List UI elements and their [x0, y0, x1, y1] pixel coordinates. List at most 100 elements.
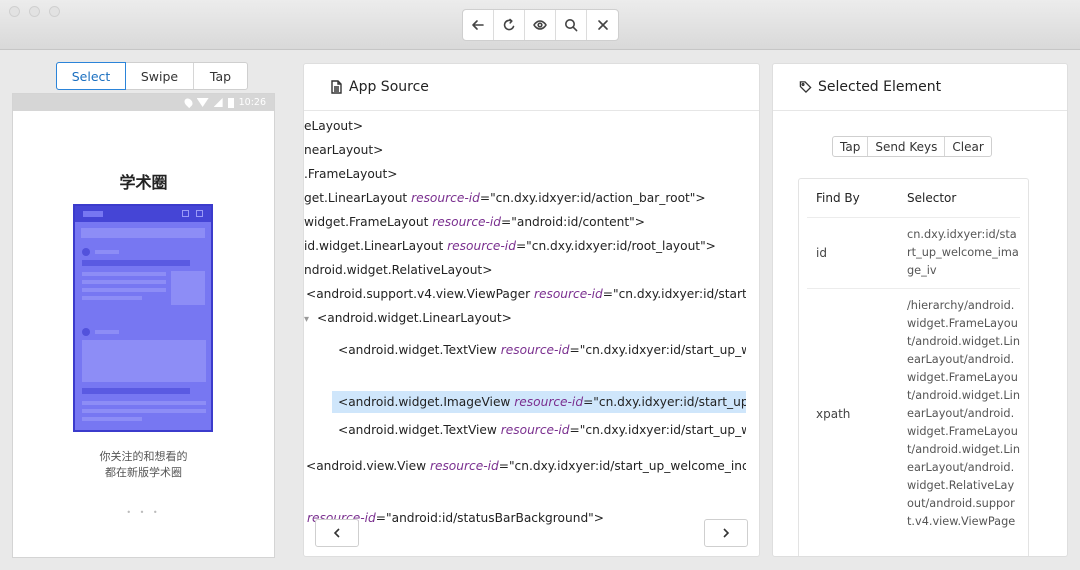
tap-element-button[interactable]: Tap [833, 137, 869, 156]
file-icon [331, 80, 342, 94]
battery-icon [227, 97, 234, 108]
back-icon [472, 20, 484, 30]
tap-mode-button[interactable]: Tap [194, 63, 247, 89]
selector-cell[interactable]: /hierarchy/android.widget.FrameLayout/an… [907, 289, 1020, 539]
refresh-button[interactable] [494, 10, 525, 40]
node-tag: <android.widget.ImageView [338, 395, 515, 409]
device-screenshot[interactable]: 10:26 学术圈 你关注的和想看的 都在新版学术圈 • • • [12, 93, 275, 558]
caption-line-2: 都在新版学术圈 [105, 466, 182, 479]
node-tag: eLayout> [304, 119, 364, 133]
select-mode-button[interactable]: Select [56, 62, 126, 90]
illustration-block [95, 250, 119, 254]
window-titlebar [0, 0, 1080, 50]
app-source-panel: App Source eLayout> nearLayout> .FrameLa… [303, 63, 760, 557]
element-actions: Tap Send Keys Clear [832, 136, 992, 157]
wifi-icon [196, 98, 209, 107]
node-tag: <android.widget.TextView [338, 343, 501, 357]
illustration-block [82, 409, 206, 413]
node-tag: <android.view.View [306, 459, 430, 473]
table-header: Find By Selector [807, 179, 1020, 218]
tree-node[interactable]: nearLayout> [304, 139, 383, 161]
illustration-app-bar [75, 206, 211, 222]
tree-node[interactable]: ▾ <android.widget.LinearLayout> [304, 307, 512, 329]
node-tag: .FrameLayout> [304, 167, 398, 181]
page-indicator: • • • [126, 508, 161, 517]
minimize-window-button[interactable] [29, 6, 40, 17]
illustration-block [82, 340, 206, 382]
interaction-mode-selector: Select Swipe Tap [56, 62, 248, 90]
node-value: ="android:id/statusBarBackground"> [375, 511, 604, 525]
illustration-block [81, 228, 205, 238]
swipe-mode-button[interactable]: Swipe [126, 63, 194, 89]
tree-node[interactable]: <android.widget.TextView resource-id="cn… [338, 339, 746, 361]
tree-node[interactable]: <android.support.v4.view.ViewPager resou… [306, 283, 746, 305]
welcome-illustration [73, 204, 213, 432]
selected-element-title: Selected Element [818, 79, 942, 95]
find-by-cell: id [816, 246, 827, 260]
node-value: ="cn.dxy.idxyer:id/start_up_welco [569, 423, 746, 437]
selector-table: Find By Selector id cn.dxy.idxyer:id/sta… [798, 178, 1029, 556]
app-title: 学术圈 [119, 173, 168, 192]
chevron-left-icon [333, 528, 340, 538]
welcome-caption: 你关注的和想看的 都在新版学术圈 [13, 449, 274, 481]
search-icon [565, 19, 578, 32]
search-button[interactable] [556, 10, 587, 40]
scroll-left-button[interactable] [315, 519, 359, 547]
table-row: id cn.dxy.idxyer:id/start_up_welcome_ima… [807, 218, 1020, 289]
show-elements-button[interactable] [525, 10, 556, 40]
source-tree[interactable]: eLayout> nearLayout> .FrameLayout> get.L… [304, 112, 746, 556]
eye-icon [533, 20, 547, 30]
device-time: 10:26 [238, 97, 266, 108]
tree-node[interactable]: eLayout> [304, 115, 363, 137]
device-pane: Select Swipe Tap 10:26 学术圈 你关注的和想看的 都在新版… [0, 50, 290, 570]
node-value: ="cn.dxy.idxyer:id/start_up_welco [569, 343, 746, 357]
table-row: xpath /hierarchy/android.widget.FrameLay… [807, 289, 1020, 539]
illustration-block [82, 288, 166, 292]
tree-node[interactable]: <android.view.View resource-id="cn.dxy.i… [306, 455, 746, 477]
find-by-header: Find By [816, 191, 860, 205]
send-keys-button[interactable]: Send Keys [868, 137, 946, 156]
illustration-block [82, 272, 166, 276]
node-value: ="android:id/content"> [501, 215, 645, 229]
node-tag: <android.widget.LinearLayout> [317, 311, 512, 325]
node-tag: id.widget.LinearLayout [304, 239, 448, 253]
caption-line-1: 你关注的和想看的 [99, 450, 188, 463]
zoom-window-button[interactable] [49, 6, 60, 17]
node-attr: resource-id [411, 191, 480, 205]
selector-cell[interactable]: cn.dxy.idxyer:id/start_up_welcome_image_… [907, 218, 1020, 288]
illustration-block [82, 280, 166, 284]
tree-node[interactable]: get.LinearLayout resource-id="cn.dxy.idx… [304, 187, 706, 209]
selected-element-header: Selected Element [773, 64, 1067, 111]
back-button[interactable] [463, 10, 494, 40]
illustration-block [82, 417, 142, 421]
node-tag: <android.support.v4.view.ViewPager [306, 287, 534, 301]
app-source-header: App Source [304, 64, 759, 111]
tree-node[interactable]: ndroid.widget.RelativeLayout> [304, 259, 492, 281]
illustration-block [82, 401, 206, 405]
illustration-line [82, 388, 190, 394]
clear-button[interactable]: Clear [945, 137, 990, 156]
tree-node-selected[interactable]: <android.widget.ImageView resource-id="c… [332, 391, 746, 413]
refresh-icon [503, 18, 515, 31]
tree-node[interactable]: .FrameLayout> [304, 163, 398, 185]
chevron-right-icon [723, 528, 730, 538]
node-attr: resource-id [447, 239, 516, 253]
node-value: ="cn.dxy.idxyer:id/root_layout"> [515, 239, 716, 253]
inspector-toolbar [462, 9, 619, 41]
expand-toggle-icon[interactable]: ▾ [304, 314, 309, 325]
node-attr: resource-id [429, 459, 499, 473]
close-window-button[interactable] [9, 6, 20, 17]
tree-node[interactable]: id.widget.LinearLayout resource-id="cn.d… [304, 235, 716, 257]
node-value: ="cn.dxy.idxyer:id/start_up_wel [602, 287, 746, 301]
device-status-bar: 10:26 [13, 94, 274, 111]
tree-node[interactable]: <android.widget.TextView resource-id="cn… [338, 419, 746, 441]
tree-node[interactable]: widget.FrameLayout resource-id="android:… [304, 211, 645, 233]
illustration-block [171, 271, 205, 305]
scroll-right-button[interactable] [704, 519, 748, 547]
node-tag: ndroid.widget.RelativeLayout> [304, 263, 493, 277]
node-value: ="cn.dxy.idxyer:id/start_up_welcome_indi… [498, 459, 746, 473]
quit-session-button[interactable] [587, 10, 618, 40]
app-source-title: App Source [349, 79, 429, 95]
illustration-block [82, 296, 142, 300]
node-attr: resource-id [500, 343, 570, 357]
